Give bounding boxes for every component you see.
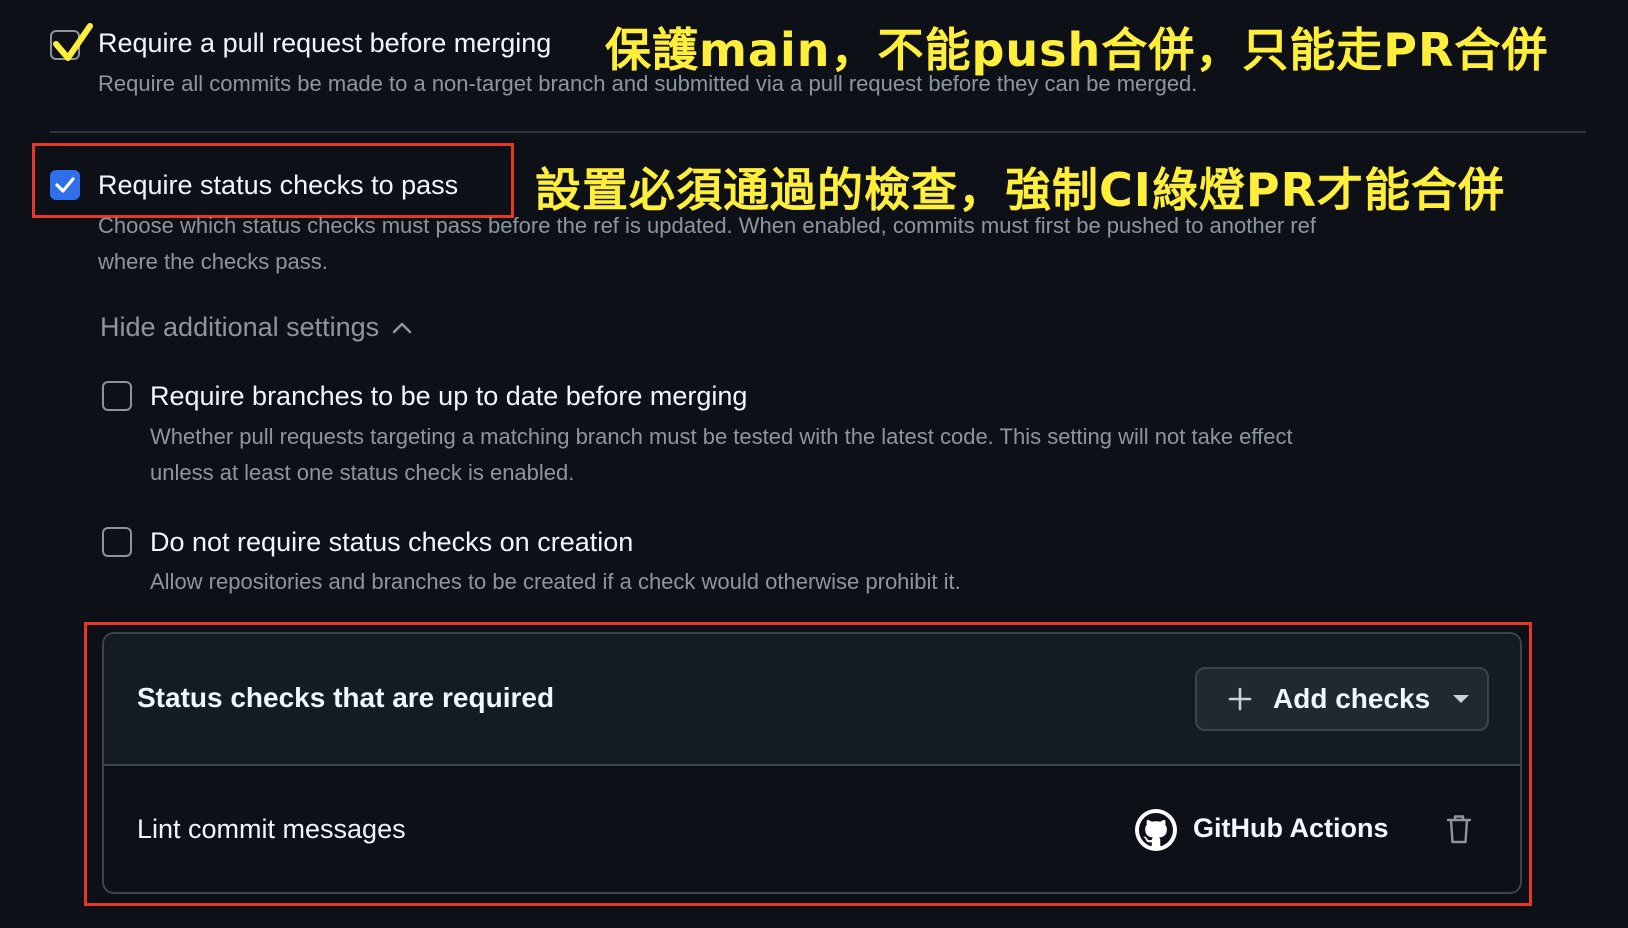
add-checks-label: Add checks <box>1273 683 1431 714</box>
annotation-top: 保護main，不能push合併，只能走PR合併 <box>605 23 1549 77</box>
no-checks-on-creation-label: Do not require status checks on creation <box>150 527 634 557</box>
require-status-checks-description-line1: Choose which status checks must pass bef… <box>98 213 1316 238</box>
trash-icon[interactable] <box>1445 813 1473 845</box>
require-status-checks-label: Require status checks to pass <box>98 170 459 200</box>
require-up-to-date-description-line1: Whether pull requests targeting a matchi… <box>150 424 1293 449</box>
hide-additional-settings-label: Hide additional settings <box>100 312 380 342</box>
require-status-checks-checkbox[interactable] <box>50 170 80 200</box>
status-check-row: Lint commit messages GitHub Actions <box>104 766 1520 892</box>
status-checks-title: Status checks that are required <box>137 682 555 713</box>
hide-additional-settings-toggle[interactable]: Hide additional settings <box>100 312 413 343</box>
section-divider <box>50 131 1586 133</box>
add-checks-button[interactable]: Add checks <box>1195 667 1489 731</box>
require-up-to-date-label: Require branches to be up to date before… <box>150 381 748 411</box>
require-up-to-date-checkbox[interactable] <box>102 381 132 411</box>
status-checks-panel-header: Status checks that are required Add chec… <box>104 634 1520 766</box>
require-pr-label: Require a pull request before merging <box>98 28 552 58</box>
check-icon <box>55 177 75 193</box>
caret-down-icon <box>1453 695 1470 703</box>
github-logo-icon <box>1135 809 1177 851</box>
no-checks-on-creation-description: Allow repositories and branches to be cr… <box>150 569 961 594</box>
no-checks-on-creation-checkbox[interactable] <box>102 527 132 557</box>
plus-icon <box>1228 687 1252 711</box>
status-check-name: Lint commit messages <box>137 814 406 844</box>
chevron-up-icon <box>392 322 412 333</box>
require-up-to-date-description-line2: unless at least one status check is enab… <box>150 460 575 485</box>
status-checks-panel: Status checks that are required Add chec… <box>102 632 1522 894</box>
status-check-source: GitHub Actions <box>1193 813 1389 843</box>
hand-drawn-check-icon <box>53 23 93 61</box>
require-status-checks-description-line2: where the checks pass. <box>98 249 328 274</box>
